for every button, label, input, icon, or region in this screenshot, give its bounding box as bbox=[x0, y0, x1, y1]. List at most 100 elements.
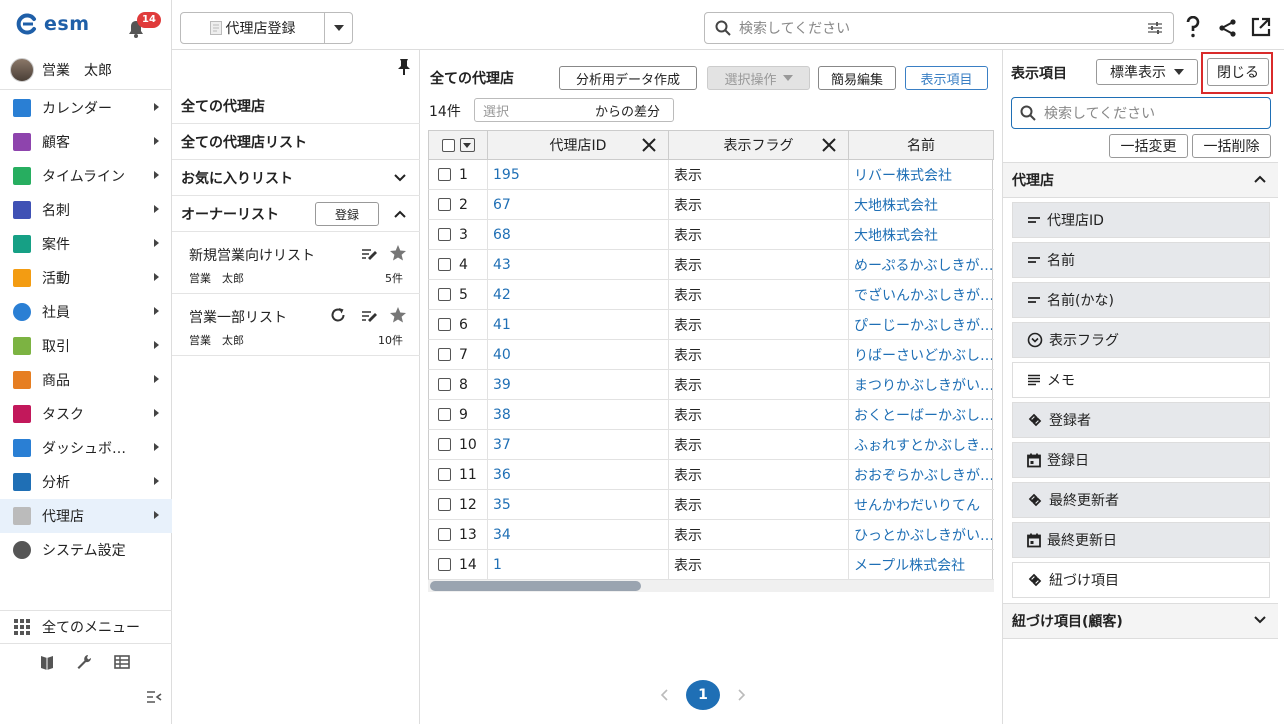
sidebar-item[interactable]: タイムライン bbox=[0, 159, 172, 193]
select-all-cell[interactable] bbox=[429, 131, 488, 159]
cell-agency-id[interactable]: 34 bbox=[488, 520, 669, 549]
row-checkbox[interactable] bbox=[438, 378, 451, 391]
display-field-item[interactable]: 最終更新者 bbox=[1012, 482, 1270, 518]
cell-agency-id[interactable]: 43 bbox=[488, 250, 669, 279]
row-checkbox[interactable] bbox=[438, 438, 451, 451]
table-row[interactable]: 5 42 表示 でざいんかぶしきが… bbox=[428, 280, 994, 310]
row-select-cell[interactable]: 8 bbox=[429, 370, 488, 399]
table-row[interactable]: 7 40 表示 りばーさいどかぶし… bbox=[428, 340, 994, 370]
column-header-name[interactable]: 名前 bbox=[849, 131, 993, 159]
table-row[interactable]: 2 67 表示 大地株式会社 bbox=[428, 190, 994, 220]
table-row[interactable]: 3 68 表示 大地株式会社 bbox=[428, 220, 994, 250]
row-checkbox[interactable] bbox=[438, 408, 451, 421]
share-icon[interactable] bbox=[1218, 18, 1238, 38]
sidebar-item[interactable]: カレンダー bbox=[0, 91, 172, 125]
row-checkbox[interactable] bbox=[438, 168, 451, 181]
row-select-cell[interactable]: 9 bbox=[429, 400, 488, 429]
sidebar-item[interactable]: 社員 bbox=[0, 295, 172, 329]
list-all-agency-lists[interactable]: 全ての代理店リスト bbox=[172, 124, 420, 160]
sidebar-item[interactable]: 商品 bbox=[0, 363, 172, 397]
cell-name[interactable]: おくとーばーかぶし… bbox=[849, 400, 993, 429]
cell-agency-id[interactable]: 38 bbox=[488, 400, 669, 429]
cell-name[interactable]: おおぞらかぶしきが… bbox=[849, 460, 993, 489]
row-select-cell[interactable]: 2 bbox=[429, 190, 488, 219]
cell-name[interactable]: 大地株式会社 bbox=[849, 190, 993, 219]
table-row[interactable]: 4 43 表示 めーぷるかぶしきが… bbox=[428, 250, 994, 280]
row-select-cell[interactable]: 14 bbox=[429, 550, 488, 579]
sidebar-item[interactable]: 代理店 bbox=[0, 499, 172, 533]
wrench-icon[interactable] bbox=[76, 654, 92, 670]
sidebar-item[interactable]: 案件 bbox=[0, 227, 172, 261]
refresh-icon[interactable] bbox=[330, 307, 346, 323]
cell-agency-id[interactable]: 39 bbox=[488, 370, 669, 399]
global-search-input[interactable]: 検索してください bbox=[704, 12, 1174, 44]
table-row[interactable]: 6 41 表示 ぴーじーかぶしきが… bbox=[428, 310, 994, 340]
filter-settings-icon[interactable] bbox=[1147, 21, 1163, 35]
row-select-cell[interactable]: 10 bbox=[429, 430, 488, 459]
cell-agency-id[interactable]: 41 bbox=[488, 310, 669, 339]
cell-agency-id[interactable]: 68 bbox=[488, 220, 669, 249]
select-operation-button[interactable]: 選択操作 bbox=[707, 66, 810, 90]
cell-agency-id[interactable]: 37 bbox=[488, 430, 669, 459]
cell-name[interactable]: まつりかぶしきがい… bbox=[849, 370, 993, 399]
row-checkbox[interactable] bbox=[438, 468, 451, 481]
sidebar-item[interactable]: ダッシュボ… bbox=[0, 431, 172, 465]
row-select-cell[interactable]: 13 bbox=[429, 520, 488, 549]
analysis-data-button[interactable]: 分析用データ作成 bbox=[559, 66, 697, 90]
cell-agency-id[interactable]: 36 bbox=[488, 460, 669, 489]
open-new-window-icon[interactable] bbox=[1251, 17, 1271, 37]
row-select-cell[interactable]: 12 bbox=[429, 490, 488, 519]
row-checkbox[interactable] bbox=[438, 558, 451, 571]
field-search-input[interactable]: 検索してください bbox=[1011, 97, 1271, 129]
row-select-cell[interactable]: 1 bbox=[429, 160, 488, 189]
display-field-item[interactable]: 登録日 bbox=[1012, 442, 1270, 478]
book-open-icon[interactable] bbox=[40, 654, 54, 670]
close-panel-button[interactable]: 閉じる bbox=[1207, 58, 1269, 86]
register-main[interactable]: 代理店登録 bbox=[181, 13, 325, 43]
select-all-checkbox[interactable] bbox=[441, 138, 455, 152]
cell-name[interactable]: 大地株式会社 bbox=[849, 220, 993, 249]
display-field-item[interactable]: 代理店ID bbox=[1012, 202, 1270, 238]
bulk-change-button[interactable]: 一括変更 bbox=[1109, 134, 1188, 158]
cell-name[interactable]: でざいんかぶしきが… bbox=[849, 280, 993, 309]
row-select-cell[interactable]: 3 bbox=[429, 220, 488, 249]
user-profile[interactable]: 営業 太郎 bbox=[10, 58, 112, 82]
sidebar-item[interactable]: 活動 bbox=[0, 261, 172, 295]
cell-name[interactable]: ぴーじーかぶしきが… bbox=[849, 310, 993, 339]
row-checkbox[interactable] bbox=[438, 348, 451, 361]
diff-select[interactable]: 選択 からの差分 bbox=[474, 98, 674, 122]
cell-agency-id[interactable]: 42 bbox=[488, 280, 669, 309]
register-agency-button[interactable]: 代理店登録 bbox=[180, 12, 353, 44]
row-checkbox[interactable] bbox=[438, 318, 451, 331]
row-checkbox[interactable] bbox=[438, 198, 451, 211]
sidebar-item[interactable]: 分析 bbox=[0, 465, 172, 499]
cell-agency-id[interactable]: 67 bbox=[488, 190, 669, 219]
next-page-icon[interactable] bbox=[738, 689, 746, 701]
list-all-agencies[interactable]: 全ての代理店 bbox=[172, 88, 420, 124]
display-field-item[interactable]: メモ bbox=[1012, 362, 1270, 398]
display-field-item[interactable]: 表示フラグ bbox=[1012, 322, 1270, 358]
page-current[interactable]: 1 bbox=[686, 680, 720, 710]
bulk-delete-button[interactable]: 一括削除 bbox=[1192, 134, 1271, 158]
edit-list-icon[interactable] bbox=[361, 247, 379, 261]
help-icon[interactable] bbox=[1186, 16, 1200, 38]
section-agency-toggle[interactable]: 代理店 bbox=[1003, 162, 1278, 198]
sidebar-item[interactable]: システム設定 bbox=[0, 533, 172, 567]
edit-list-icon[interactable] bbox=[361, 309, 379, 323]
collapse-sidebar-icon[interactable] bbox=[146, 690, 162, 704]
sidebar-item[interactable]: タスク bbox=[0, 397, 172, 431]
row-checkbox[interactable] bbox=[438, 498, 451, 511]
display-field-item[interactable]: 登録者 bbox=[1012, 402, 1270, 438]
cell-name[interactable]: せんかわだいりてん bbox=[849, 490, 993, 519]
row-select-cell[interactable]: 4 bbox=[429, 250, 488, 279]
row-select-cell[interactable]: 11 bbox=[429, 460, 488, 489]
cell-name[interactable]: りばーさいどかぶし… bbox=[849, 340, 993, 369]
table-row[interactable]: 8 39 表示 まつりかぶしきがい… bbox=[428, 370, 994, 400]
row-checkbox[interactable] bbox=[438, 528, 451, 541]
table-row[interactable]: 9 38 表示 おくとーばーかぶし… bbox=[428, 400, 994, 430]
table-row[interactable]: 13 34 表示 ひっとかぶしきがい… bbox=[428, 520, 994, 550]
display-field-item[interactable]: 紐づけ項目 bbox=[1012, 562, 1270, 598]
cell-agency-id[interactable]: 1 bbox=[488, 550, 669, 579]
cell-agency-id[interactable]: 35 bbox=[488, 490, 669, 519]
remove-column-icon[interactable] bbox=[822, 138, 836, 152]
